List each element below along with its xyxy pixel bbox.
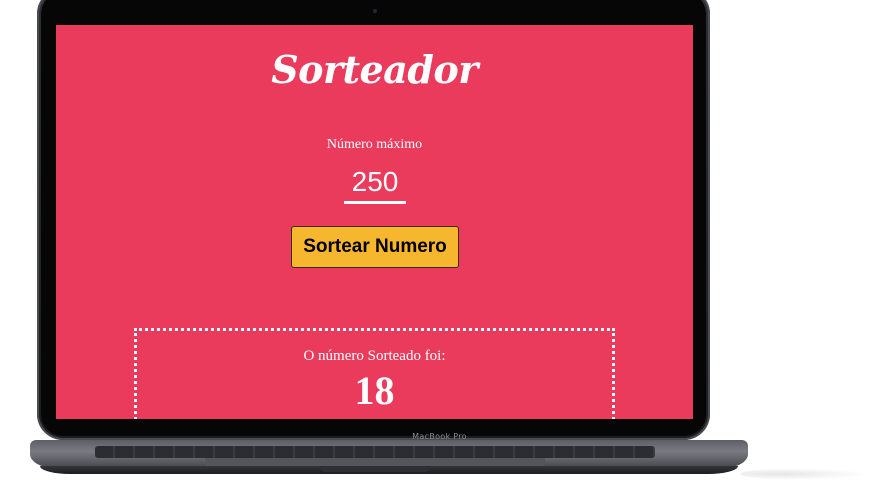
draw-number-button[interactable]: Sortear Numero [291, 226, 459, 268]
camera-icon [373, 9, 377, 13]
page-title: Sorteador [271, 47, 478, 92]
max-number-input[interactable] [344, 163, 406, 204]
laptop-shadow [740, 468, 870, 480]
laptop-keyboard [95, 446, 655, 458]
app-screen: Sorteador Número máximo Sortear Numero O… [56, 25, 693, 419]
result-label: O número Sorteado foi: [303, 348, 446, 364]
result-box: O número Sorteado foi: 18 [134, 328, 615, 419]
result-number: 18 [354, 368, 395, 413]
max-number-label: Número máximo [326, 137, 423, 152]
laptop-notch [320, 466, 430, 472]
